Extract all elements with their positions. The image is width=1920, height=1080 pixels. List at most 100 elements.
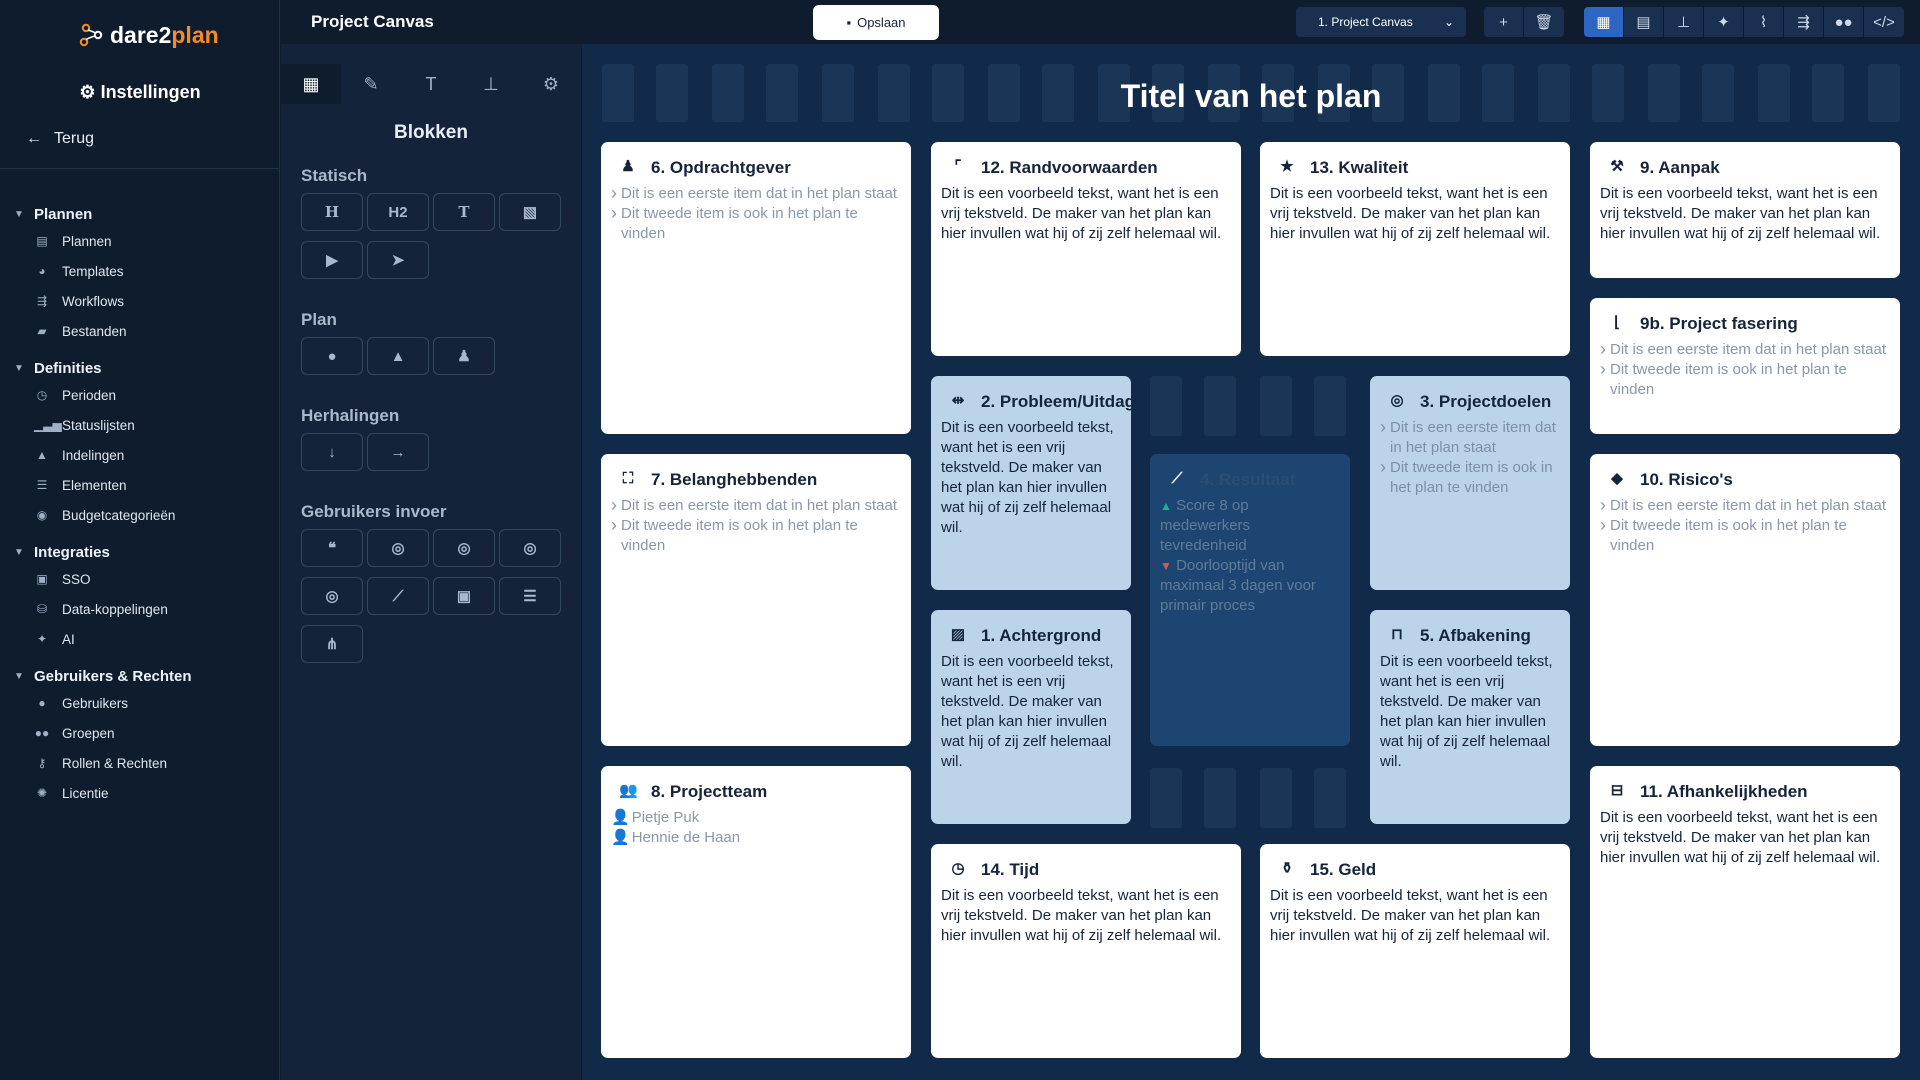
view-activity-button[interactable]: ⌇ [1744, 7, 1784, 37]
tab-settings[interactable]: ⚙ [521, 64, 581, 104]
plan-title[interactable]: Titel van het plan [582, 78, 1920, 115]
block-person-button[interactable]: ♟ [433, 337, 495, 375]
save-button[interactable]: ▪ Opslaan [813, 5, 939, 40]
section-definities[interactable]: ▼ Definities [0, 356, 280, 380]
section-label: Definities [34, 359, 102, 377]
block-button-button[interactable]: ➤ [367, 241, 429, 279]
card-kwaliteit[interactable]: ★ 13. Kwaliteit Dit is een voorbeeld teks… [1260, 142, 1570, 356]
sidebar-item-sso[interactable]: ▣ SSO [0, 564, 280, 594]
view-ai-button[interactable]: ✦ [1704, 7, 1744, 37]
card-projectdoelen[interactable]: ◎ 3. Projectdoelen Dit is een eerste item… [1370, 376, 1570, 590]
section-gebruikers-rechten[interactable]: ▼ Gebruikers & Rechten [0, 664, 280, 688]
sidebar-item-licentie[interactable]: ✺ Licentie [0, 778, 280, 808]
sidebar-item-ai[interactable]: ✦ AI [0, 624, 280, 654]
sidebar-item-perioden[interactable]: ◷ Perioden [0, 380, 280, 410]
sidebar-item-elementen[interactable]: ☰ Elementen [0, 470, 280, 500]
card-risicos[interactable]: ◆ 10. Risico's Dit is een eerste item dat… [1590, 454, 1900, 746]
section-integraties[interactable]: ▼ Integraties [0, 540, 280, 564]
block-target-button[interactable]: ◎ [367, 529, 429, 567]
card-opdrachtgever[interactable]: ♟ 6. Opdrachtgever Dit is een eerste item… [601, 142, 911, 434]
sidebar-item-data-koppelingen[interactable]: ⛁ Data-koppelingen [0, 594, 280, 624]
block-image-button[interactable]: ▧ [499, 193, 561, 231]
grid-placeholder [1314, 376, 1346, 436]
block-target2-button[interactable]: ◎ [433, 529, 495, 567]
block-repeat-right-button[interactable]: → [367, 433, 429, 471]
card-title: 5. Afbakening [1420, 626, 1531, 645]
section-label: Integraties [34, 543, 110, 561]
sidebar-item-plannen[interactable]: ▤ Plannen [0, 226, 280, 256]
block-chart-button[interactable]: ⟋ [367, 577, 429, 615]
link-box-icon: ⊟ [1610, 782, 1624, 799]
bullseye-icon: ◎ [1390, 392, 1404, 409]
card-achtergrond[interactable]: ▨ 1. Achtergrond Dit is een voorbeeld tek… [931, 610, 1131, 824]
view-users-button[interactable]: ●● [1824, 7, 1864, 37]
tab-style[interactable]: ✎ [341, 64, 401, 104]
card-header: ⚱ 15. Geld [1278, 858, 1560, 882]
card-project-fasering[interactable]: ⌊ 9b. Project fasering Dit is een eerste … [1590, 298, 1900, 434]
card-header: ⟋ 4. Resultaat [1168, 468, 1340, 492]
card-header: ⛶ 7. Belanghebbenden [619, 468, 901, 492]
card-projectteam[interactable]: 👥 8. Projectteam 👤 Pietje Puk 👤 Hennie de H… [601, 766, 911, 1058]
sitemap-icon: ⊥ [483, 73, 499, 94]
card-tijd[interactable]: ◷ 14. Tijd Dit is een voorbeeld tekst, wa… [931, 844, 1241, 1058]
sidebar-item-gebruikers[interactable]: ● Gebruikers [0, 688, 280, 718]
back-link[interactable]: ← Terug [26, 130, 94, 148]
card-belanghebbenden[interactable]: ⛶ 7. Belanghebbenden Dit is een eerste it… [601, 454, 911, 746]
block-target3-button[interactable]: ◎ [499, 529, 561, 567]
block-heading-button[interactable]: H [301, 193, 363, 231]
delete-button[interactable]: 🗑 [1524, 7, 1564, 37]
card-aanpak[interactable]: ⚒ 9. Aanpak Dit is een voorbeeld tekst, w… [1590, 142, 1900, 278]
block-repeat-down-button[interactable]: ↓ [301, 433, 363, 471]
block-circle-button[interactable]: ● [301, 337, 363, 375]
block-text-button[interactable]: T [433, 193, 495, 231]
view-structure-button[interactable]: ⊥ [1664, 7, 1704, 37]
code-icon: </> [1873, 13, 1895, 31]
plan-select[interactable]: 1. Project Canvas ⌄ [1296, 7, 1466, 37]
chevron-down-icon: ▼ [14, 208, 24, 220]
block-chart-square-button[interactable]: ▣ [433, 577, 495, 615]
sidebar-item-workflows[interactable]: ⇶ Workflows [0, 286, 280, 316]
statisch-row-1: H H2 T ▧ [301, 193, 561, 231]
add-button[interactable]: + [1484, 7, 1524, 37]
sidebar-item-rollen-rechten[interactable]: ⚷ Rollen & Rechten [0, 748, 280, 778]
sidebar-item-bestanden[interactable]: ▰ Bestanden [0, 316, 280, 346]
card-geld[interactable]: ⚱ 15. Geld Dit is een voorbeeld tekst, wa… [1260, 844, 1570, 1058]
sidebar-item-label: Licentie [62, 785, 109, 801]
view-document-button[interactable]: ▤ [1624, 7, 1664, 37]
sidebar-item-label: Statuslijsten [62, 417, 135, 433]
section-label: Gebruikers & Rechten [34, 667, 192, 685]
chart-square-icon: ▣ [456, 588, 472, 605]
block-video-button[interactable]: ▶ [301, 241, 363, 279]
logo[interactable]: dare2 plan [78, 18, 219, 52]
card-header: ⚒ 9. Aanpak [1608, 156, 1890, 180]
sidebar-item-indelingen[interactable]: ▲ Indelingen [0, 440, 280, 470]
view-canvas-button[interactable]: ▦ [1584, 7, 1624, 37]
block-checklist-button[interactable]: ☰ [499, 577, 561, 615]
card-afbakening[interactable]: ⊓ 5. Afbakening Dit is een voorbeeld teks… [1370, 610, 1570, 824]
card-resultaat[interactable]: ⟋ 4. Resultaat ▲ Score 8 op medewerkers t… [1150, 454, 1350, 746]
block-target4-button[interactable]: ◎ [301, 577, 363, 615]
card-randvoorwaarden[interactable]: ⌜ 12. Randvoorwaarden Dit is een voorbeel… [931, 142, 1241, 356]
card-list: Dit is een eerste item dat in het plan s… [1380, 417, 1560, 498]
sidebar-item-groepen[interactable]: ●● Groepen [0, 718, 280, 748]
card-afhankelijkheden[interactable]: ⊟ 11. Afhankelijkheden Dit is een voorbee… [1590, 766, 1900, 1058]
tab-blocks[interactable]: ▦ [281, 64, 341, 104]
sidebar-item-budgetcategorieen[interactable]: ◉ Budgetcategorieën [0, 500, 280, 530]
tab-text[interactable]: T [401, 64, 461, 104]
tab-structure[interactable]: ⊥ [461, 64, 521, 104]
block-heading2-button[interactable]: H2 [367, 193, 429, 231]
view-code-button[interactable]: </> [1864, 7, 1904, 37]
card-probleem[interactable]: ⇹ 2. Probleem/Uitdaging Dit is een voorbe… [931, 376, 1131, 590]
sidebar-item-statuslijsten[interactable]: ▁▃▅ Statuslijsten [0, 410, 280, 440]
arrow-left-icon: ← [26, 130, 42, 147]
section-plannen[interactable]: ▼ Plannen [0, 202, 280, 226]
block-org-button[interactable]: ⋔ [301, 625, 363, 663]
settings-title: ⚙ Instellingen [0, 82, 280, 103]
block-layers-button[interactable]: ▲ [367, 337, 429, 375]
view-workflow-button[interactable]: ⇶ [1784, 7, 1824, 37]
list-item: Dit tweede item is ook in het plan te vi… [1380, 457, 1560, 498]
sidebar-item-label: Plannen [62, 233, 112, 249]
grid-placeholder [1204, 768, 1236, 828]
block-quote-button[interactable]: ❝ [301, 529, 363, 567]
sidebar-item-templates[interactable]: ◕ Templates [0, 256, 280, 286]
